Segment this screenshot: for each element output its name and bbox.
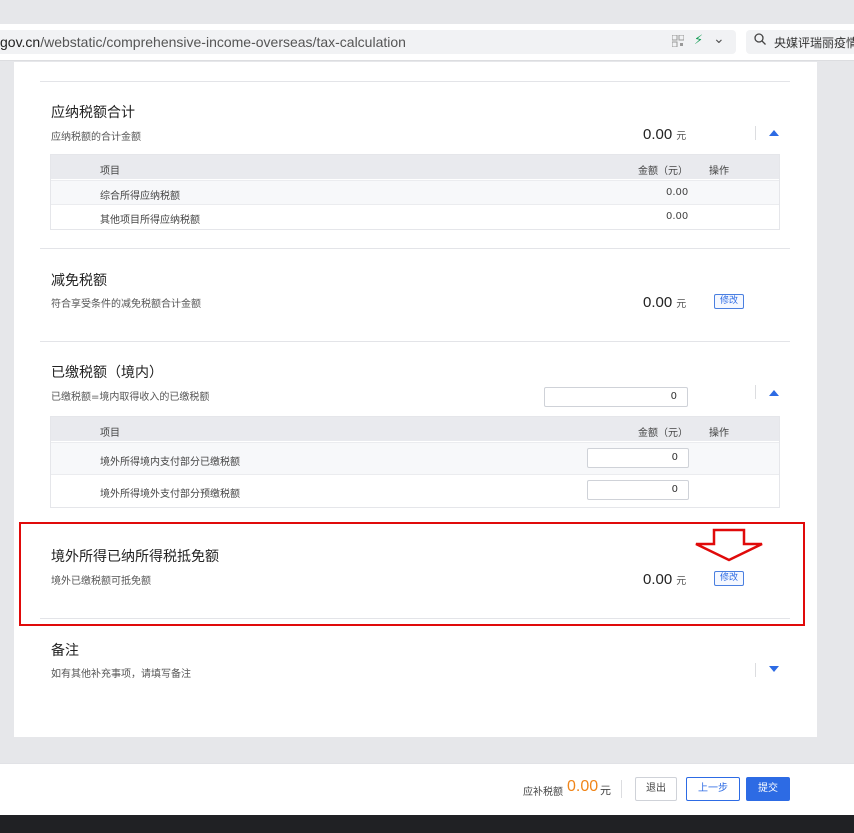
separator	[755, 126, 756, 140]
payable-table: 项目 金额（元） 操作 综合所得应纳税额 0.00 其他项目所得应纳税额 0.0…	[50, 154, 780, 230]
highlight-box	[19, 522, 805, 626]
paid-total-input[interactable]: 0	[544, 387, 688, 407]
browser-address-bar: gov.cn/webstatic/comprehensive-income-ov…	[0, 24, 854, 61]
divider	[40, 81, 790, 82]
header-item: 项目	[100, 166, 120, 177]
expand-caret-icon[interactable]	[769, 666, 779, 672]
table-row: 其他项目所得应纳税额 0.00	[51, 204, 779, 229]
reduction-title: 减免税额	[51, 273, 107, 289]
footer-unit: 元	[600, 784, 611, 797]
down-arrow-icon	[695, 528, 763, 562]
url-field[interactable]: gov.cn/webstatic/comprehensive-income-ov…	[0, 30, 736, 54]
footer-amount: 0.00	[567, 778, 599, 795]
payable-title: 应纳税额合计	[51, 105, 135, 121]
payable-subtitle: 应纳税额的合计金额	[51, 132, 141, 143]
search-icon	[754, 33, 766, 45]
header-item: 项目	[100, 428, 120, 439]
remarks-subtitle: 如有其他补充事项，请填写备注	[51, 669, 191, 680]
chevron-down-icon[interactable]: ⌄	[713, 31, 725, 47]
header-amount: 金额（元）	[638, 166, 688, 177]
remarks-title: 备注	[51, 643, 79, 659]
taskbar-strip	[0, 815, 854, 833]
reduction-modify-button[interactable]: 修改	[714, 294, 744, 309]
previous-step-button[interactable]: 上一步	[686, 777, 740, 801]
paid-foreign-input[interactable]: 0	[587, 480, 689, 500]
separator	[755, 385, 756, 399]
table-row: 综合所得应纳税额 0.00	[51, 180, 779, 205]
lightning-icon[interactable]: ⚡	[694, 33, 703, 48]
footer-bar: 应补税额 0.00 元 退出 上一步 提交	[0, 763, 854, 816]
collapse-caret-icon[interactable]	[769, 390, 779, 396]
separator	[755, 663, 756, 677]
paid-title: 已缴税额（境内）	[51, 365, 163, 381]
qr-code-icon[interactable]	[672, 35, 684, 47]
tax-calculation-panel: 应纳税额合计 应纳税额的合计金额 0.00 元 项目 金额（元） 操作 综合所得应…	[14, 62, 817, 737]
submit-button[interactable]: 提交	[746, 777, 790, 801]
separator	[621, 780, 622, 798]
divider	[40, 341, 790, 342]
paid-domestic-input[interactable]: 0	[587, 448, 689, 468]
exit-button[interactable]: 退出	[635, 777, 677, 801]
footer-label: 应补税额	[523, 787, 563, 798]
browser-search-box[interactable]: 央媒评瑞丽疫情	[746, 30, 854, 54]
search-text: 央媒评瑞丽疫情	[774, 36, 854, 50]
payable-amount: 0.00 元	[643, 126, 687, 143]
url-path: /webstatic/comprehensive-income-overseas…	[40, 34, 406, 50]
reduction-subtitle: 符合享受条件的减免税额合计金额	[51, 299, 201, 310]
table-row: 境外所得境外支付部分预缴税额 0	[51, 474, 779, 507]
paid-table: 项目 金额（元） 操作 境外所得境内支付部分已缴税额 0 境外所得境外支付部分预…	[50, 416, 780, 508]
collapse-caret-icon[interactable]	[769, 130, 779, 136]
reduction-amount: 0.00 元	[643, 294, 687, 311]
table-header: 项目 金额（元） 操作	[51, 155, 779, 179]
header-action: 操作	[709, 428, 729, 439]
divider	[40, 248, 790, 249]
table-header: 项目 金额（元） 操作	[51, 417, 779, 441]
url-host: gov.cn	[0, 34, 41, 50]
table-row: 境外所得境内支付部分已缴税额 0	[51, 442, 779, 475]
browser-top-strip	[0, 0, 854, 24]
paid-subtitle: 已缴税额=境内取得收入的已缴税额	[51, 392, 210, 403]
header-action: 操作	[709, 166, 729, 177]
header-amount: 金额（元）	[638, 428, 688, 439]
